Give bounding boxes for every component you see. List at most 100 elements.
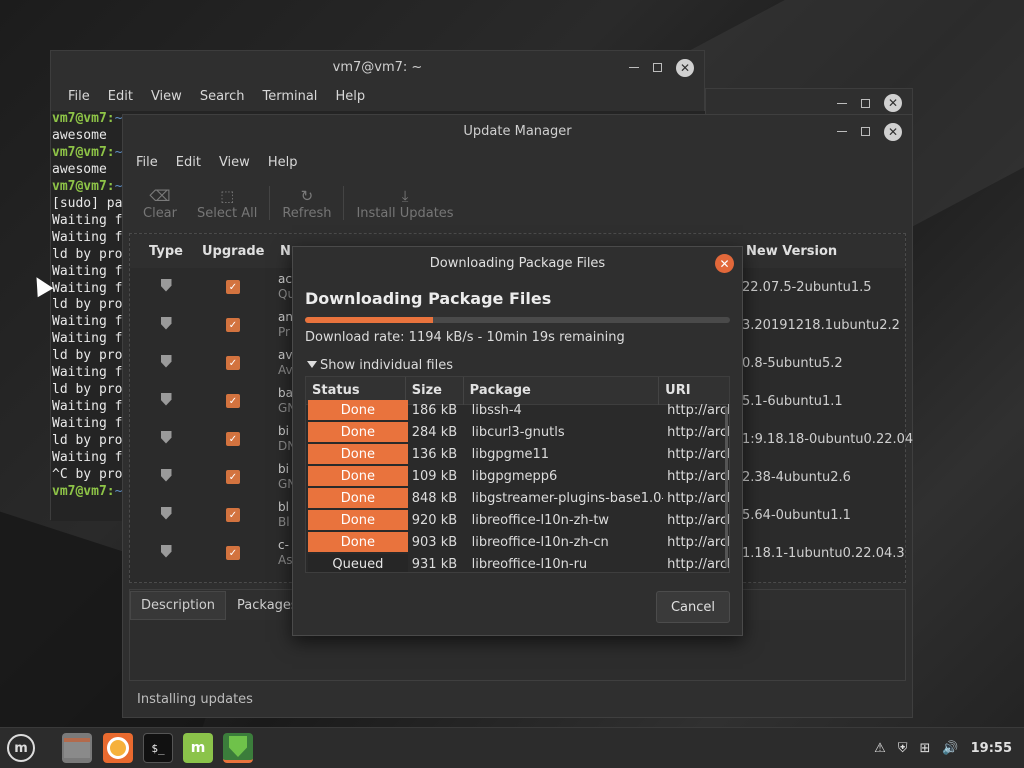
file-package: libgpgmepp6 [471, 468, 558, 484]
refresh-button[interactable]: ↻ Refresh [272, 179, 341, 227]
notification-icon[interactable]: ⚠ [874, 741, 886, 756]
file-status: Done [308, 444, 408, 464]
file-size: 848 kB [411, 490, 458, 506]
files-launcher[interactable] [62, 733, 92, 763]
menu-file[interactable]: File [127, 155, 167, 170]
volume-icon[interactable]: 🔊 [942, 741, 958, 756]
package-name-cell: av Av [278, 348, 293, 378]
maximize-icon[interactable] [861, 98, 870, 108]
files-table[interactable]: Status Size Package URI Done 186 kB libssh… [305, 376, 730, 573]
cancel-button[interactable]: Cancel [656, 591, 730, 623]
status-text: Installing updates [137, 692, 253, 707]
security-shield-icon [160, 278, 172, 292]
menu-search[interactable]: Search [191, 89, 254, 104]
upgrade-cell: ✓ [202, 356, 264, 370]
type-cell [130, 544, 202, 562]
dialog-title: Downloading Package Files [429, 256, 606, 271]
menu-view[interactable]: View [142, 89, 191, 104]
file-row[interactable]: Done 109 kB libgpgmepp6 http://arch [306, 465, 729, 487]
install-updates-button[interactable]: ⤓ Install Updates [346, 179, 463, 227]
type-cell [130, 392, 202, 410]
file-row[interactable]: Queued 931 kB libreoffice-l10n-ru http://ar… [306, 553, 729, 572]
security-shield-icon [160, 354, 172, 368]
update-manager-titlebar[interactable]: Update Manager ✕ [123, 115, 912, 148]
column-type[interactable]: Type [130, 244, 202, 259]
menu-terminal[interactable]: Terminal [253, 89, 326, 104]
firefox-launcher[interactable] [103, 733, 133, 763]
menu-button[interactable]: m [6, 733, 36, 763]
column-name[interactable]: N [280, 244, 291, 259]
file-package: libssh-4 [471, 402, 522, 418]
new-version: 2.38-4ubuntu2.6 [742, 469, 851, 485]
column-upgrade[interactable]: Upgrade [202, 244, 264, 259]
menu-edit[interactable]: Edit [99, 89, 142, 104]
file-uri: http://arch [667, 402, 729, 418]
type-cell [130, 316, 202, 334]
terminal-titlebar[interactable]: vm7@vm7: ~ ✕ [51, 51, 704, 84]
show-files-expander[interactable]: Show individual files [307, 358, 453, 373]
file-row[interactable]: Done 136 kB libgpgme11 http://arch [306, 443, 729, 465]
upgrade-checkbox[interactable]: ✓ [226, 432, 240, 446]
file-size: 136 kB [411, 446, 458, 462]
upgrade-checkbox[interactable]: ✓ [226, 318, 240, 332]
upgrade-checkbox[interactable]: ✓ [226, 280, 240, 294]
upgrade-checkbox[interactable]: ✓ [226, 470, 240, 484]
package-name: bl [278, 500, 289, 514]
upgrade-checkbox[interactable]: ✓ [226, 394, 240, 408]
column-size[interactable]: Size [406, 377, 464, 405]
file-uri: http://arch [667, 556, 729, 572]
shield-icon[interactable]: ⛨ [898, 741, 908, 756]
select-all-label: Select All [197, 205, 258, 221]
file-size: 284 kB [411, 424, 458, 440]
download-dialog[interactable]: Downloading Package Files ✕ Downloading … [292, 246, 743, 636]
upgrade-checkbox[interactable]: ✓ [226, 508, 240, 522]
maximize-icon[interactable] [861, 127, 870, 136]
menu-edit[interactable]: Edit [167, 155, 210, 170]
progress-fill [305, 317, 433, 323]
file-row[interactable]: Done 920 kB libreoffice-l10n-zh-tw http://a… [306, 509, 729, 531]
update-manager-launcher[interactable]: m [183, 733, 213, 763]
file-package: libgstreamer-plugins-base1.0-0 [471, 490, 664, 506]
minimize-icon[interactable] [837, 102, 847, 104]
upgrade-cell: ✓ [202, 394, 264, 408]
minimize-icon[interactable] [837, 131, 847, 132]
column-uri[interactable]: URI [659, 377, 729, 405]
file-package: libreoffice-l10n-zh-tw [471, 512, 610, 528]
dialog-titlebar[interactable]: Downloading Package Files ✕ [293, 247, 742, 280]
menu-view[interactable]: View [210, 155, 259, 170]
clear-button[interactable]: ⌫ Clear [133, 179, 187, 227]
tab-description[interactable]: Description [130, 591, 227, 620]
terminal-menubar: File Edit View Search Terminal Help [51, 84, 704, 108]
file-row[interactable]: Done 903 kB libreoffice-l10n-zh-cn http://a… [306, 531, 729, 553]
menu-file[interactable]: File [59, 89, 99, 104]
menu-help[interactable]: Help [326, 89, 374, 104]
menu-help[interactable]: Help [259, 155, 307, 170]
clock[interactable]: 19:55 [971, 741, 1012, 756]
file-row[interactable]: Done 186 kB libssh-4 http://arch [306, 399, 729, 421]
terminal-launcher[interactable]: $_ [143, 733, 173, 763]
column-package[interactable]: Package [464, 377, 660, 405]
package-name: c- [278, 538, 289, 552]
toolbar: ⌫ Clear ⬚ Select All ↻ Refresh ⤓ Install… [123, 176, 912, 230]
select-all-button[interactable]: ⬚ Select All [187, 179, 267, 227]
upgrade-checkbox[interactable]: ✓ [226, 546, 240, 560]
close-icon[interactable]: ✕ [715, 254, 734, 273]
network-icon[interactable]: ⊞ [920, 741, 931, 756]
files-scrollbar[interactable] [725, 407, 728, 567]
upgrade-cell: ✓ [202, 318, 264, 332]
close-icon[interactable]: ✕ [676, 58, 694, 77]
toolbar-separator [269, 186, 271, 220]
update-manager-window-controls: ✕ [837, 115, 902, 148]
file-row[interactable]: Done 848 kB libgstreamer-plugins-base1.0-0… [306, 487, 729, 509]
close-icon[interactable]: ✕ [884, 122, 902, 141]
column-new-version[interactable]: New Version [746, 244, 837, 259]
file-row[interactable]: Done 284 kB libcurl3-gnutls http://arch [306, 421, 729, 443]
upgrade-checkbox[interactable]: ✓ [226, 356, 240, 370]
minimize-icon[interactable] [629, 67, 639, 68]
maximize-icon[interactable] [653, 63, 662, 72]
type-cell [130, 468, 202, 486]
close-icon[interactable]: ✕ [884, 94, 902, 112]
file-status: Done [308, 532, 408, 552]
expander-arrow-icon [307, 361, 317, 368]
update-manager-running[interactable] [223, 733, 253, 763]
